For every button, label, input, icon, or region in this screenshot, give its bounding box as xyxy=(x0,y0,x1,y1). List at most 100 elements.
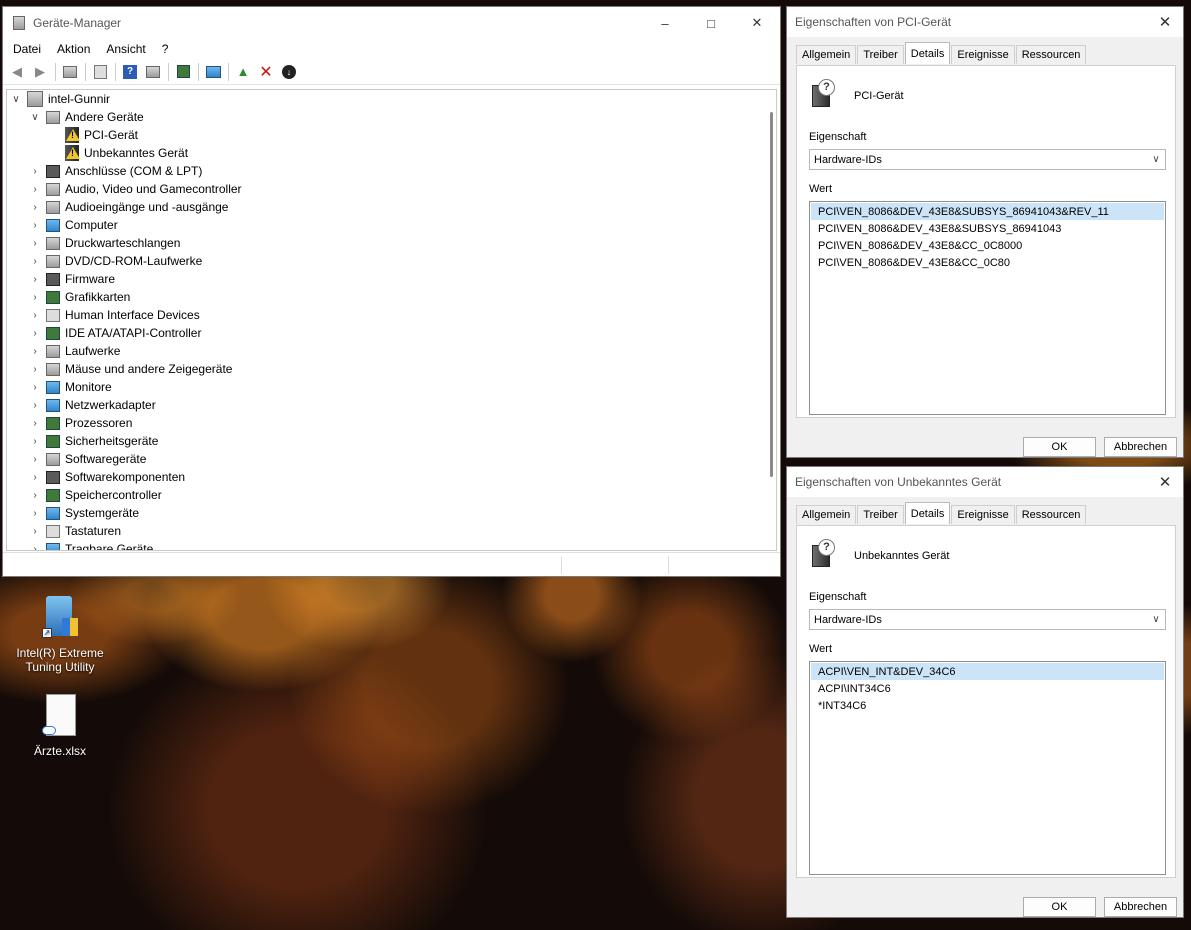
chevron-right-icon[interactable]: › xyxy=(28,382,42,393)
tree-item[interactable]: Unbekanntes Gerät xyxy=(7,144,776,162)
chevron-right-icon[interactable]: › xyxy=(28,490,42,501)
list-item[interactable]: PCI\VEN_8086&DEV_43E8&CC_0C8000 xyxy=(811,237,1164,254)
chevron-right-icon[interactable]: › xyxy=(28,472,42,483)
list-item[interactable]: ACPI\VEN_INT&DEV_34C6 xyxy=(811,663,1164,680)
close-icon[interactable]: ✕ xyxy=(1147,473,1183,491)
tree-item[interactable]: › Human Interface Devices xyxy=(7,306,776,324)
minimize-icon[interactable]: – xyxy=(642,7,688,39)
view-icon[interactable] xyxy=(142,61,164,83)
chevron-right-icon[interactable]: › xyxy=(28,184,42,195)
tree-item[interactable]: › Monitore xyxy=(7,378,776,396)
monitor-icon-toolbar[interactable] xyxy=(202,61,224,83)
uninstall-device-icon[interactable]: ✕ xyxy=(255,61,277,83)
tree-item[interactable]: › Audio, Video und Gamecontroller xyxy=(7,180,776,198)
list-item[interactable]: PCI\VEN_8086&DEV_43E8&SUBSYS_86941043 xyxy=(811,220,1164,237)
chevron-right-icon[interactable]: › xyxy=(28,328,42,339)
unknown-dialog-titlebar[interactable]: Eigenschaften von Unbekanntes Gerät ✕ xyxy=(787,467,1183,497)
tab-details[interactable]: Details xyxy=(904,42,951,64)
tree-item[interactable]: › Systemgeräte xyxy=(7,504,776,522)
menu-help[interactable]: ? xyxy=(154,42,177,56)
tree-item[interactable]: › Tastaturen xyxy=(7,522,776,540)
chevron-down-icon[interactable]: ∨ xyxy=(28,112,42,123)
chevron-right-icon[interactable]: › xyxy=(28,454,42,465)
tree-item[interactable]: › Prozessoren xyxy=(7,414,776,432)
show-hide-console-tree-icon[interactable] xyxy=(59,61,81,83)
tab-treiber[interactable]: Treiber xyxy=(857,45,904,64)
desktop-icon-xtu[interactable]: ↗ Intel(R) Extreme Tuning Utility xyxy=(10,596,110,674)
tree-root[interactable]: ∨ intel-Gunnir xyxy=(7,90,776,108)
device-tree[interactable]: ∨ intel-Gunnir ∨ Andere Geräte PCI-Gerät Un… xyxy=(6,89,777,551)
tree-item[interactable]: › Druckwarteschlangen xyxy=(7,234,776,252)
chevron-right-icon[interactable]: › xyxy=(28,436,42,447)
scan-hardware-icon[interactable] xyxy=(172,61,194,83)
value-list[interactable]: ACPI\VEN_INT&DEV_34C6 ACPI\INT34C6 *INT3… xyxy=(809,661,1166,875)
tree-item[interactable]: › Tragbare Geräte xyxy=(7,540,776,551)
chevron-right-icon[interactable]: › xyxy=(28,544,42,551)
desktop-icon-aerzte-xlsx[interactable]: Ärzte.xlsx xyxy=(10,694,110,758)
tree-item[interactable]: › Anschlüsse (COM & LPT) xyxy=(7,162,776,180)
tree-item[interactable]: PCI-Gerät xyxy=(7,126,776,144)
value-list[interactable]: PCI\VEN_8086&DEV_43E8&SUBSYS_86941043&RE… xyxy=(809,201,1166,415)
list-item[interactable]: PCI\VEN_8086&DEV_43E8&SUBSYS_86941043&RE… xyxy=(811,203,1164,220)
help-icon[interactable]: ? xyxy=(119,61,141,83)
ok-button[interactable]: OK xyxy=(1023,897,1096,917)
list-item[interactable]: ACPI\INT34C6 xyxy=(811,680,1164,697)
update-driver-icon[interactable]: ▲ xyxy=(232,61,254,83)
tab-ereignisse[interactable]: Ereignisse xyxy=(951,45,1015,64)
chevron-right-icon[interactable]: › xyxy=(28,274,42,285)
vertical-scrollbar[interactable] xyxy=(770,112,773,477)
cancel-button[interactable]: Abbrechen xyxy=(1104,897,1177,917)
tree-item[interactable]: › Mäuse und andere Zeigegeräte xyxy=(7,360,776,378)
close-icon[interactable]: ✕ xyxy=(1147,13,1183,31)
tab-treiber[interactable]: Treiber xyxy=(857,505,904,524)
chevron-right-icon[interactable]: › xyxy=(28,292,42,303)
tree-item[interactable]: › Sicherheitsgeräte xyxy=(7,432,776,450)
chevron-right-icon[interactable]: › xyxy=(28,310,42,321)
cancel-button[interactable]: Abbrechen xyxy=(1104,437,1177,457)
chevron-right-icon[interactable]: › xyxy=(28,508,42,519)
tab-ereignisse[interactable]: Ereignisse xyxy=(951,505,1015,524)
tree-item[interactable]: › Softwarekomponenten xyxy=(7,468,776,486)
tree-item[interactable]: › Speichercontroller xyxy=(7,486,776,504)
maximize-icon[interactable]: □ xyxy=(688,7,734,39)
tab-details[interactable]: Details xyxy=(904,502,951,524)
pci-dialog-titlebar[interactable]: Eigenschaften von PCI-Gerät ✕ xyxy=(787,7,1183,37)
chevron-right-icon[interactable]: › xyxy=(28,418,42,429)
tree-item[interactable]: › Computer xyxy=(7,216,776,234)
tree-item[interactable]: › Softwaregeräte xyxy=(7,450,776,468)
chevron-right-icon[interactable]: › xyxy=(28,400,42,411)
tree-item[interactable]: › Netzwerkadapter xyxy=(7,396,776,414)
device-manager-titlebar[interactable]: Geräte-Manager – □ ✕ xyxy=(3,7,780,39)
tree-item[interactable]: › DVD/CD-ROM-Laufwerke xyxy=(7,252,776,270)
tree-item[interactable]: › Grafikkarten xyxy=(7,288,776,306)
menu-aktion[interactable]: Aktion xyxy=(49,42,98,56)
chevron-right-icon[interactable]: › xyxy=(28,238,42,249)
tab-ressourcen[interactable]: Ressourcen xyxy=(1015,45,1087,64)
tab-allgemein[interactable]: Allgemein xyxy=(796,505,857,524)
list-item[interactable]: PCI\VEN_8086&DEV_43E8&CC_0C80 xyxy=(811,254,1164,271)
tree-item[interactable]: › Firmware xyxy=(7,270,776,288)
list-item[interactable]: *INT34C6 xyxy=(811,697,1164,714)
chevron-down-icon[interactable]: ∨ xyxy=(9,94,23,105)
property-select[interactable]: Hardware-IDs ∨ xyxy=(809,149,1166,170)
tab-ressourcen[interactable]: Ressourcen xyxy=(1015,505,1087,524)
tree-item[interactable]: ∨ Andere Geräte xyxy=(7,108,776,126)
chevron-right-icon[interactable]: › xyxy=(28,166,42,177)
close-icon[interactable]: ✕ xyxy=(734,7,780,39)
tab-allgemein[interactable]: Allgemein xyxy=(796,45,857,64)
chevron-right-icon[interactable]: › xyxy=(28,346,42,357)
menu-datei[interactable]: Datei xyxy=(5,42,49,56)
tree-item[interactable]: › Audioeingänge und -ausgänge xyxy=(7,198,776,216)
chevron-right-icon[interactable]: › xyxy=(28,202,42,213)
property-select[interactable]: Hardware-IDs ∨ xyxy=(809,609,1166,630)
tree-item[interactable]: › Laufwerke xyxy=(7,342,776,360)
back-arrow-icon[interactable]: ◀ xyxy=(6,61,28,83)
forward-arrow-icon[interactable]: ▶ xyxy=(29,61,51,83)
download-driver-icon[interactable]: ↓ xyxy=(278,61,300,83)
properties-icon[interactable] xyxy=(89,61,111,83)
menu-ansicht[interactable]: Ansicht xyxy=(98,42,153,56)
chevron-right-icon[interactable]: › xyxy=(28,256,42,267)
chevron-right-icon[interactable]: › xyxy=(28,526,42,537)
chevron-right-icon[interactable]: › xyxy=(28,364,42,375)
chevron-right-icon[interactable]: › xyxy=(28,220,42,231)
